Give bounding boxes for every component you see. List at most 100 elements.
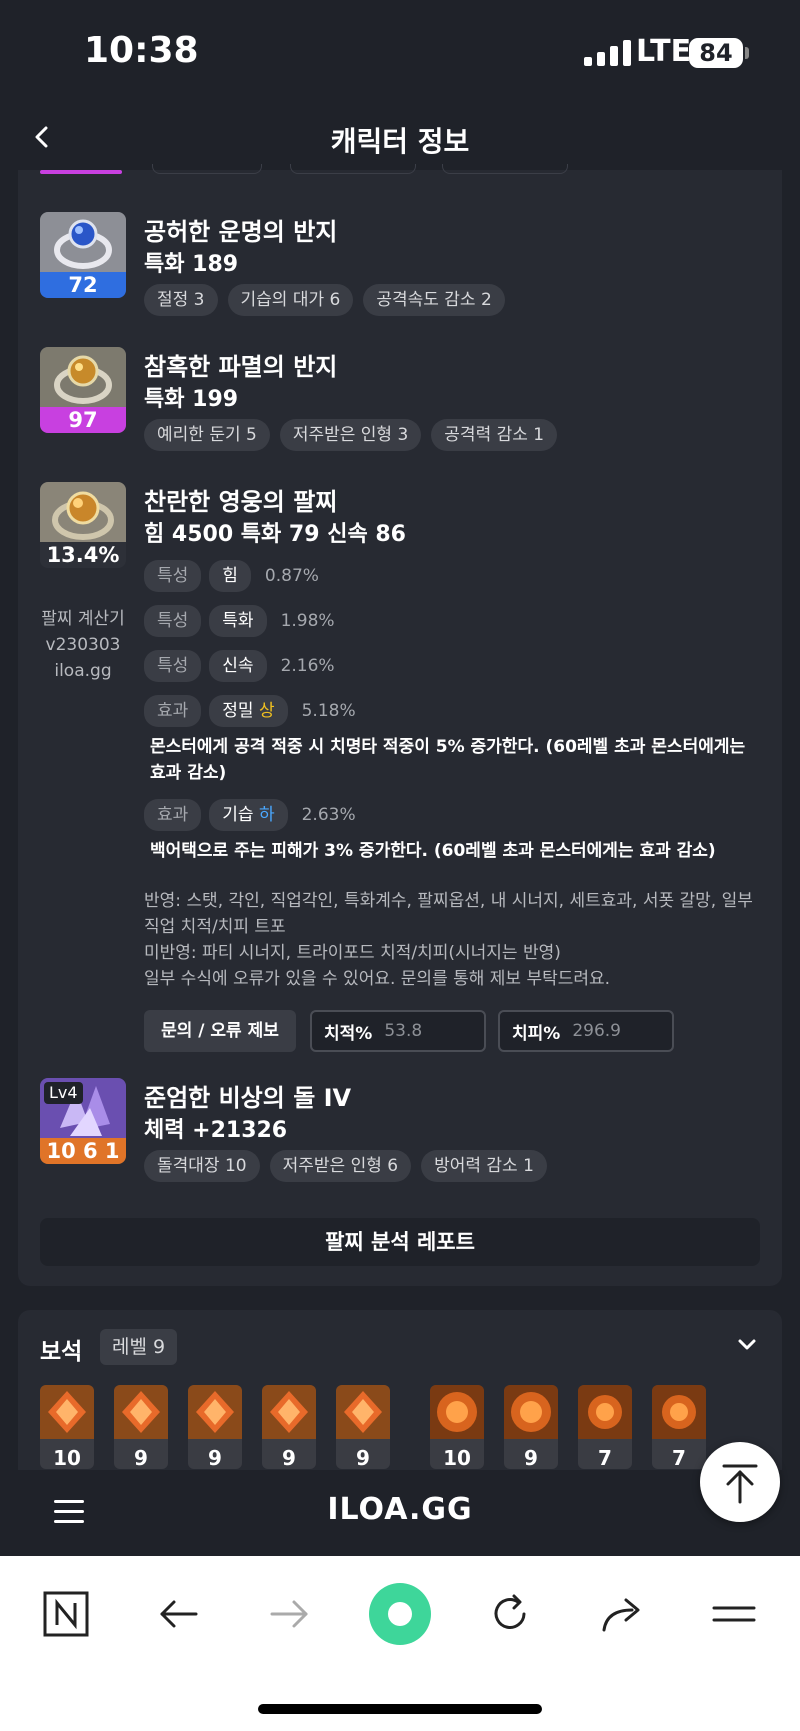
status-bar: 10:38 LTE 84: [0, 0, 800, 100]
equipment-card: [18, 170, 782, 1286]
item-name: 공허한 운명의 반지: [144, 218, 338, 246]
forward-arrow-icon[interactable]: [262, 1586, 318, 1642]
scroll-to-top-button[interactable]: [700, 1442, 780, 1522]
signal-icon: [584, 40, 631, 66]
battery-tip: [745, 47, 749, 59]
back-arrow-icon[interactable]: [150, 1586, 206, 1642]
bracelet-option: 특성 신속 2.16%: [144, 650, 335, 682]
gem-item[interactable]: 7: [578, 1385, 632, 1469]
gems-title: 보석: [40, 1339, 83, 1365]
item-stat: 특화 199: [144, 387, 239, 412]
calc-line: 팔찌 계산기: [41, 609, 125, 629]
gem-item[interactable]: 10: [430, 1385, 484, 1469]
engraving-tag: 기습의 대가 6: [227, 284, 354, 316]
gem-item[interactable]: 9: [504, 1385, 558, 1469]
option-value: 2.16%: [280, 656, 335, 676]
option-label: 정밀 상: [209, 695, 288, 727]
bracelet-icon: 13.4%: [40, 482, 126, 568]
gem-item[interactable]: 7: [652, 1385, 706, 1469]
item-stat: 특화 189: [144, 252, 239, 277]
crit-rate-label: 치적%: [324, 1023, 373, 1044]
share-icon[interactable]: [594, 1586, 650, 1642]
item-level: 72: [40, 272, 126, 298]
option-grade: 상: [258, 701, 275, 721]
chevron-down-icon[interactable]: [736, 1332, 758, 1365]
stone-icon: Lv4 10 6 1: [40, 1078, 126, 1164]
bracelet-option: 특성 특화 1.98%: [144, 605, 335, 637]
item-name: 참혹한 파멸의 반지: [144, 353, 338, 381]
ring-icon: 72: [40, 212, 126, 298]
option-type: 특성: [144, 560, 202, 592]
naver-home-icon[interactable]: [38, 1586, 94, 1642]
item-name: 준엄한 비상의 돌 IV: [144, 1084, 352, 1112]
gem-level: 9: [524, 1446, 538, 1469]
refresh-icon[interactable]: [482, 1586, 538, 1642]
gem-item[interactable]: 9: [114, 1385, 168, 1469]
status-time: 10:38: [84, 30, 199, 71]
site-logo[interactable]: ILOA.GG: [0, 1492, 800, 1527]
calculator-note: 반영: 스탯, 각인, 직업각인, 특화계수, 팔찌옵션, 내 시너지, 세트효…: [144, 888, 764, 992]
gem-item[interactable]: 9: [262, 1385, 316, 1469]
engraving-tag: 공격력 감소 1: [431, 419, 558, 451]
engraving-tag: 방어력 감소 1: [421, 1150, 547, 1182]
site-bottom-bar: ILOA.GG: [0, 1470, 800, 1556]
page-title: 캐릭터 정보: [330, 125, 470, 158]
engraving-tags: 돌격대장 10 저주받은 인형 6 방어력 감소 1: [144, 1150, 547, 1182]
gem-item[interactable]: 10: [40, 1385, 94, 1469]
ring-icon: 97: [40, 347, 126, 433]
stone-level: 10 6 1: [40, 1138, 126, 1164]
option-label: 힘: [209, 560, 251, 592]
green-dot-icon[interactable]: [368, 1582, 432, 1646]
option-type: 효과: [144, 695, 202, 727]
engraving-tag: 저주받은 인형 6: [269, 1150, 412, 1182]
stone-badge: Lv4: [44, 1082, 83, 1104]
engraving-tag: 저주받은 인형 3: [279, 419, 422, 451]
more-menu-icon[interactable]: [706, 1586, 762, 1642]
network-label: LTE: [636, 34, 692, 69]
gem-level: 10: [443, 1446, 471, 1469]
gem-level: 9: [134, 1446, 148, 1469]
bracelet-option: 효과 정밀 상 5.18%: [144, 695, 356, 727]
calc-line: v230303: [45, 635, 121, 655]
calc-line: iloa.gg: [54, 661, 112, 681]
item-stat: 체력 +21326: [144, 1118, 288, 1143]
option-description: 몬스터에게 공격 적중 시 치명타 적중이 5% 증가한다. (60레벨 초과 …: [150, 737, 746, 783]
option-value: 5.18%: [301, 701, 356, 721]
crit-damage-input[interactable]: 치피% 296.9: [498, 1010, 674, 1052]
engraving-tag: 공격속도 감소 2: [363, 284, 505, 316]
bracelet-calculator-info: 팔찌 계산기 v230303 iloa.gg: [40, 606, 126, 684]
previous-item-edge: [0, 164, 800, 182]
gems-level-badge: 레벨 9: [100, 1329, 178, 1365]
note-line: 미반영: 파티 시너지, 트라이포드 치적/치피(시너지는 반영): [144, 943, 561, 963]
home-indicator: [258, 1704, 542, 1714]
option-grade: 하: [258, 805, 275, 825]
option-label: 기습 하: [209, 799, 288, 831]
gem-level: 7: [598, 1446, 612, 1469]
option-value: 1.98%: [280, 611, 335, 631]
crit-rate-value: 53.8: [384, 1021, 423, 1041]
bracelet-analysis-button[interactable]: 팔찌 분석 레포트: [40, 1218, 760, 1266]
engraving-tag: 절정 3: [144, 284, 218, 316]
gem-item[interactable]: 9: [188, 1385, 242, 1469]
gem-level: 7: [672, 1446, 686, 1469]
engraving-tag: 예리한 둔기 5: [144, 419, 270, 451]
option-type: 효과: [144, 799, 202, 831]
engraving-tags: 절정 3 기습의 대가 6 공격속도 감소 2: [144, 284, 505, 316]
report-error-button[interactable]: 문의 / 오류 제보: [144, 1010, 296, 1052]
engraving-tag: 돌격대장 10: [144, 1150, 260, 1182]
engraving-tags: 예리한 둔기 5 저주받은 인형 3 공격력 감소 1: [144, 419, 558, 451]
item-level: 97: [40, 407, 126, 433]
option-label-text: 기습: [222, 805, 254, 825]
note-line: 반영: 스탯, 각인, 직업각인, 특화계수, 팔찌옵션, 내 시너지, 세트효…: [144, 891, 753, 937]
option-value: 0.87%: [264, 566, 319, 586]
crit-rate-input[interactable]: 치적% 53.8: [310, 1010, 486, 1052]
item-stat: 힘 4500 특화 79 신속 86: [144, 522, 406, 547]
item-name: 찬란한 영웅의 팔찌: [144, 488, 338, 516]
gem-level: 9: [282, 1446, 296, 1469]
gem-level: 9: [356, 1446, 370, 1469]
bracelet-percent: 13.4%: [40, 542, 126, 568]
bracelet-option: 특성 힘 0.87%: [144, 560, 319, 592]
option-type: 특성: [144, 650, 202, 682]
note-line: 일부 수식에 오류가 있을 수 있어요. 문의를 통해 제보 부탁드려요.: [144, 969, 611, 989]
gem-item[interactable]: 9: [336, 1385, 390, 1469]
